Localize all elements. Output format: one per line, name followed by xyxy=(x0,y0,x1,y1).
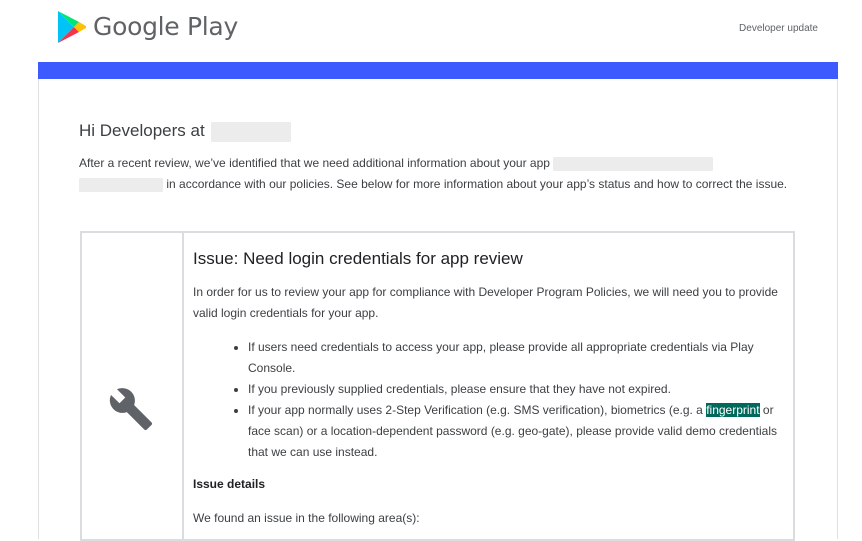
accent-bar xyxy=(38,62,838,79)
issue-details-heading: Issue details xyxy=(193,477,266,491)
bullet-3-text-before: If your app normally uses 2-Step Verific… xyxy=(248,403,707,417)
wrench-icon xyxy=(109,388,153,431)
intro-text-2: in accordance with our policies. See bel… xyxy=(166,177,788,191)
highlighted-word: fingerprint xyxy=(706,403,760,417)
google-play-logo-icon xyxy=(58,11,86,43)
email-header: Google Play Developer update xyxy=(0,0,862,62)
issue-description: In order for us to review your app for c… xyxy=(193,285,778,320)
developer-update-label: Developer update xyxy=(739,23,818,34)
bullet-item: If your app normally uses 2-Step Verific… xyxy=(248,400,788,463)
intro-paragraph: After a recent review, we’ve identified … xyxy=(79,153,799,195)
greeting: Hi Developers at xyxy=(79,120,292,142)
issue-found-text: We found an issue in the following area(… xyxy=(193,511,420,525)
issue-bullet-list: If users need credentials to access your… xyxy=(230,337,788,463)
bullet-item: If users need credentials to access your… xyxy=(248,337,788,379)
issue-box: Issue: Need login credentials for app re… xyxy=(80,231,795,541)
brand-name: Google Play xyxy=(93,12,238,41)
greeting-text: Hi Developers at xyxy=(79,121,205,140)
issue-icon-column xyxy=(82,233,184,539)
intro-text-1: After a recent review, we’ve identified … xyxy=(79,156,550,170)
issue-title: Issue: Need login credentials for app re… xyxy=(193,249,523,268)
redacted-app-name xyxy=(553,156,714,171)
redacted-developer-name xyxy=(211,121,292,142)
redacted-package-name xyxy=(79,177,163,192)
bullet-item: If you previously supplied credentials, … xyxy=(248,379,788,400)
